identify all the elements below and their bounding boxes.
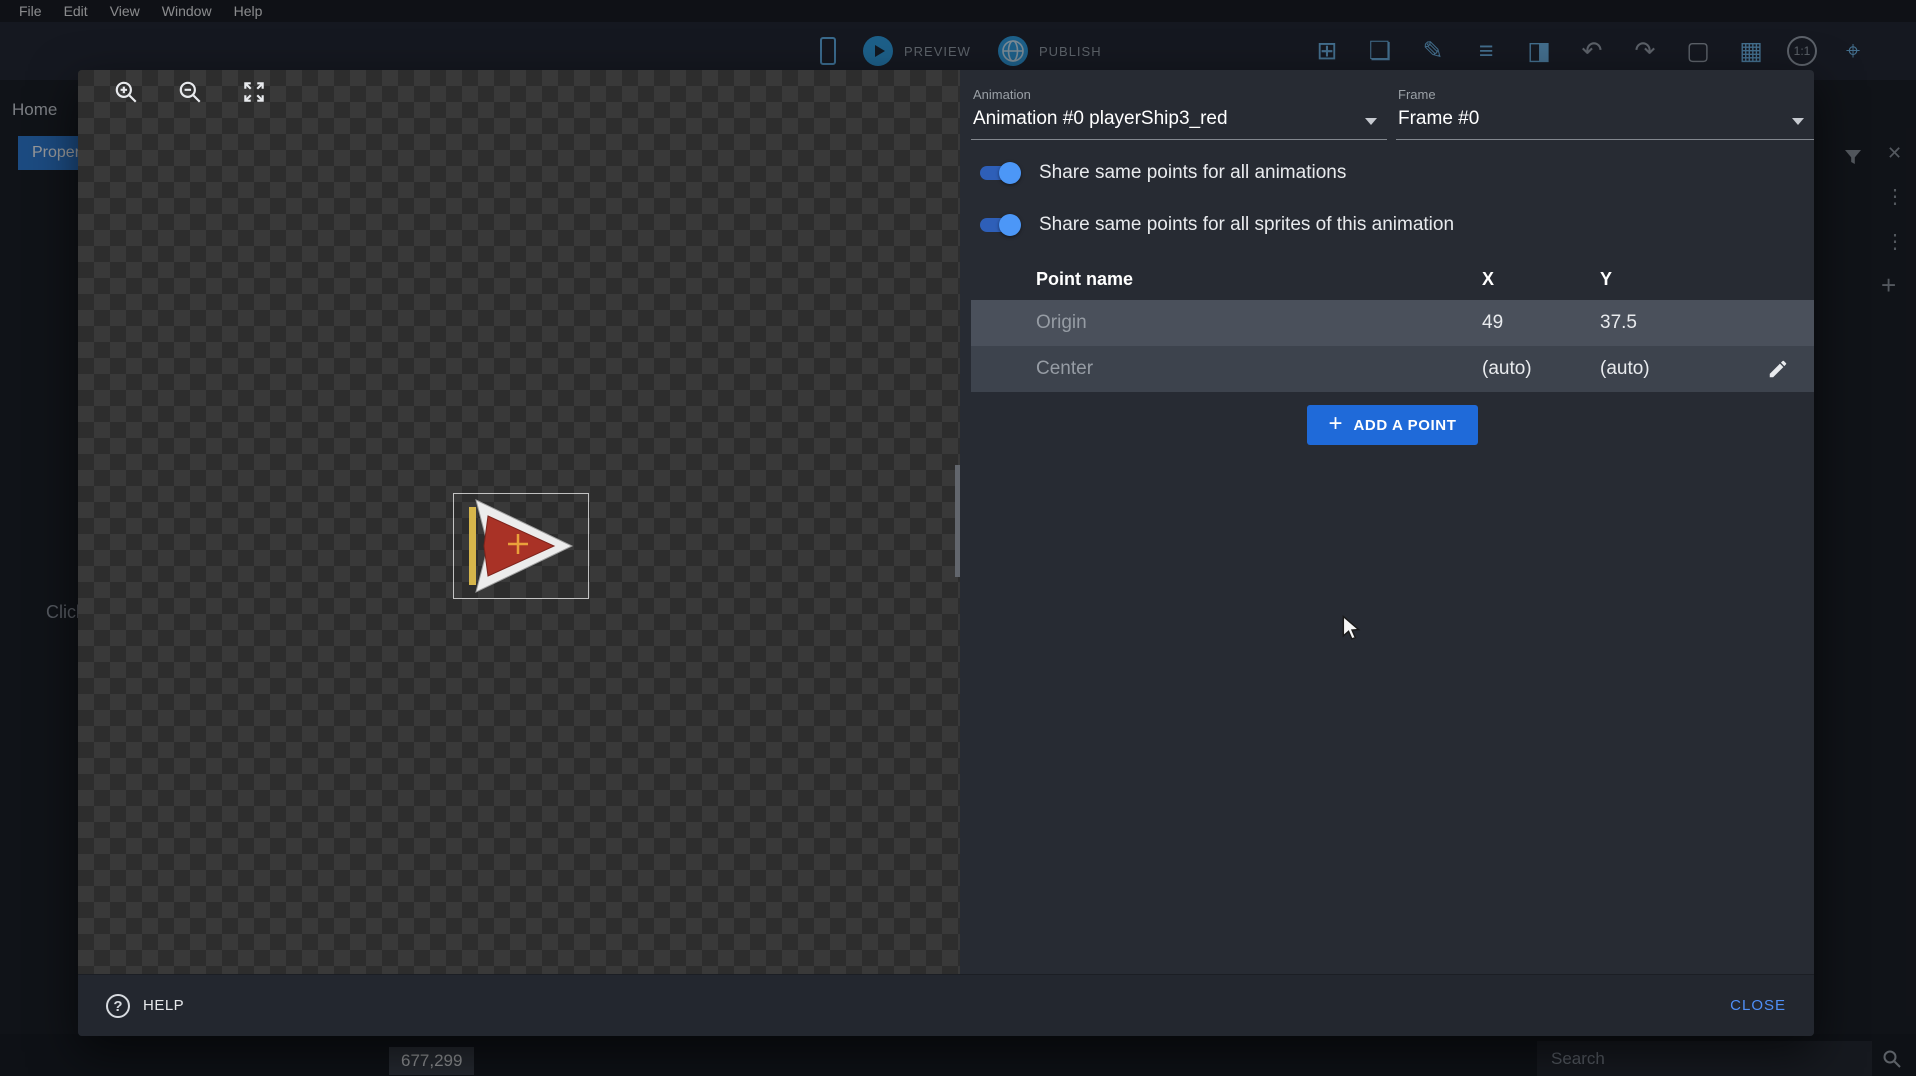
close-button[interactable]: CLOSE bbox=[1730, 997, 1786, 1014]
y-header: Y bbox=[1600, 269, 1742, 290]
point-y-value[interactable]: (auto) bbox=[1600, 358, 1742, 380]
help-button[interactable]: ? HELP bbox=[106, 994, 184, 1018]
sprite-image[interactable] bbox=[453, 493, 589, 599]
frame-select-value: Frame #0 bbox=[1398, 108, 1814, 130]
share-points-all-animations-toggle[interactable] bbox=[977, 161, 1021, 185]
point-name-header: Point name bbox=[971, 269, 1482, 290]
edit-points-dialog: Animation Animation #0 playerShip3_red F… bbox=[78, 70, 1814, 1036]
pencil-icon bbox=[1767, 358, 1789, 380]
table-row-center[interactable]: Center (auto) (auto) bbox=[971, 346, 1814, 392]
ship-stripe bbox=[469, 507, 476, 585]
animation-select[interactable]: Animation Animation #0 playerShip3_red bbox=[971, 83, 1387, 140]
add-point-button[interactable]: + ADD A POINT bbox=[1307, 405, 1477, 445]
zoom-in-button[interactable] bbox=[104, 70, 148, 114]
point-y-value[interactable]: 37.5 bbox=[1600, 312, 1742, 334]
help-icon: ? bbox=[106, 994, 130, 1018]
animation-select-label: Animation bbox=[973, 87, 1387, 102]
fit-to-screen-button[interactable] bbox=[232, 70, 276, 114]
points-table-header: Point name X Y bbox=[971, 258, 1814, 300]
chevron-down-icon bbox=[1365, 118, 1377, 125]
share-points-all-sprites-toggle[interactable] bbox=[977, 213, 1021, 237]
point-name: Center bbox=[971, 358, 1482, 380]
toggle-label: Share same points for all animations bbox=[1039, 162, 1346, 184]
edit-point-button[interactable] bbox=[1742, 358, 1814, 380]
toggle-label: Share same points for all sprites of thi… bbox=[1039, 214, 1454, 236]
frame-select-label: Frame bbox=[1398, 87, 1814, 102]
chevron-down-icon bbox=[1792, 118, 1804, 125]
add-point-label: ADD A POINT bbox=[1354, 417, 1457, 434]
fit-to-screen-icon bbox=[241, 79, 267, 105]
zoom-in-icon bbox=[113, 79, 139, 105]
x-header: X bbox=[1482, 269, 1600, 290]
point-name: Origin bbox=[971, 312, 1482, 334]
table-row-origin[interactable]: Origin 49 37.5 bbox=[971, 300, 1814, 346]
frame-select[interactable]: Frame Frame #0 bbox=[1396, 83, 1814, 140]
point-x-value[interactable]: 49 bbox=[1482, 312, 1600, 334]
help-label: HELP bbox=[143, 997, 184, 1014]
zoom-out-button[interactable] bbox=[168, 70, 212, 114]
points-panel: Animation Animation #0 playerShip3_red F… bbox=[960, 70, 1814, 974]
animation-select-value: Animation #0 playerShip3_red bbox=[973, 108, 1387, 130]
zoom-out-icon bbox=[177, 79, 203, 105]
dialog-footer: ? HELP CLOSE bbox=[78, 974, 1814, 1036]
point-x-value[interactable]: (auto) bbox=[1482, 358, 1600, 380]
plus-icon: + bbox=[1328, 412, 1342, 436]
points-table: Point name X Y Origin 49 37.5 Center (au… bbox=[971, 258, 1814, 392]
sprite-canvas[interactable] bbox=[78, 70, 960, 974]
